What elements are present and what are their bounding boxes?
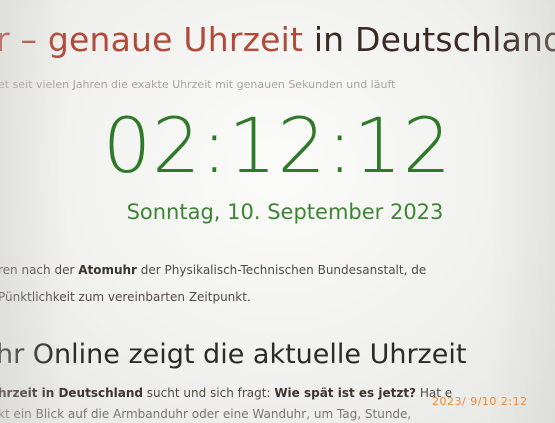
para3-bold-question: Wie spät ist es jetzt? [274, 386, 417, 400]
para3-bold-keyword: hrzeit in Deutschland [0, 386, 143, 400]
paragraph-punctuality: Pünktlichkeit zum vereinbarten Zeitpunkt… [0, 290, 251, 304]
headline-accent: genaue Uhrzeit [47, 20, 304, 59]
para1-before: ren nach der [0, 263, 79, 277]
para3-mid: sucht und sich fragt: [142, 386, 275, 400]
page-headline: r – genaue Uhrzeit in Deutschland [0, 20, 555, 59]
section-heading: hr Online zeigt die aktuelle Uhrzeit [0, 339, 467, 370]
paragraph-watch: kt ein Blick auf die Armbanduhr oder ein… [0, 407, 412, 421]
intro-text: et seit vielen Jahren die exakte Uhrzeit… [0, 78, 396, 91]
digital-clock: 02:12:12 [102, 101, 453, 190]
headline-tail: in Deutschland [303, 20, 555, 59]
para1-after: der Physikalisch-Technischen Bundesansta… [136, 263, 427, 277]
atomuhr-link[interactable]: Atomuhr [78, 263, 137, 277]
paragraph-question: hrzeit in Deutschland sucht und sich fra… [0, 386, 452, 400]
paragraph-atomuhr: ren nach der Atomuhr der Physikalisch-Te… [0, 263, 426, 277]
current-date: Sonntag, 10. September 2023 [126, 200, 444, 224]
headline-prefix: r – [0, 20, 48, 59]
browser-page: r – genaue Uhrzeit in Deutschland et sei… [0, 0, 555, 423]
camera-date-stamp: 2023/ 9/10 2:12 [432, 395, 528, 408]
